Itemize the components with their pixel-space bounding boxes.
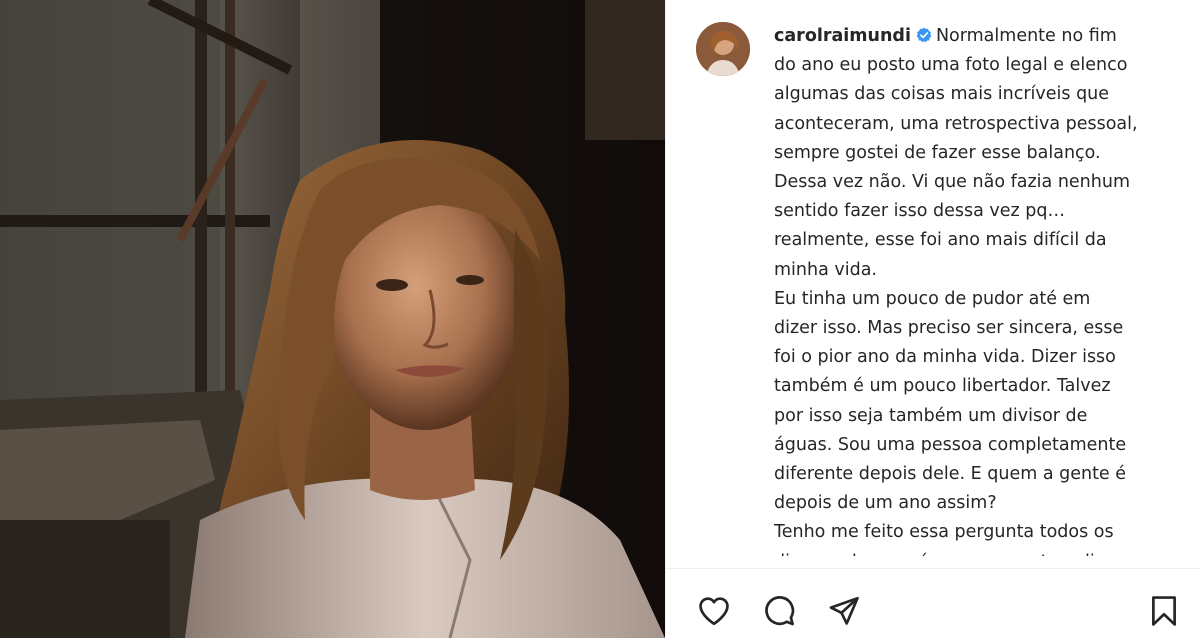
caption-line: aconteceram, uma retrospectiva pessoal,	[774, 113, 1138, 134]
caption-line: minha vida.	[774, 259, 877, 280]
instagram-post: carolraimundi Normalmente no fim do ano e…	[0, 0, 1200, 638]
portrait-image	[0, 0, 665, 638]
user-avatar[interactable]	[696, 22, 750, 76]
post-photo[interactable]	[0, 0, 665, 638]
save-button[interactable]	[1146, 593, 1182, 629]
caption-line: Normalmente no fim	[935, 26, 1117, 46]
paper-plane-icon	[829, 596, 859, 625]
caption-line: diferente depois dele. E quem a gente é	[774, 464, 1127, 485]
post-actions-bar	[666, 569, 1200, 638]
caption-line: do ano eu posto uma foto legal e elenco	[774, 55, 1128, 76]
bookmark-icon	[1152, 596, 1176, 626]
heart-icon	[699, 597, 729, 626]
caption-line: dizer isso. Mas preciso ser sincera, ess…	[774, 318, 1124, 339]
comment-button[interactable]	[761, 593, 797, 629]
caption-line: Eu tinha um pouco de pudor até em	[774, 288, 1091, 309]
caption-line: Dessa vez não. Vi que não fazia nenhum	[774, 172, 1130, 193]
caption-line: também é um pouco libertador. Talvez	[774, 376, 1111, 397]
caption-line: por isso seja também um divisor de	[774, 405, 1088, 426]
comment-icon	[765, 596, 795, 626]
caption-line: foi o pior ano da minha vida. Dizer isso	[774, 347, 1116, 368]
caption-line: algumas das coisas mais incríveis que	[774, 84, 1110, 105]
caption-line: sempre gostei de fazer esse balanço.	[774, 142, 1101, 163]
caption-line: Tenho me feito essa pergunta todos os	[774, 522, 1114, 543]
caption-panel: carolraimundi Normalmente no fim do ano e…	[665, 0, 1200, 638]
caption-line: águas. Sou uma pessoa completamente	[774, 434, 1127, 455]
verified-badge-icon	[916, 24, 932, 43]
post-caption: carolraimundi Normalmente no fim do ano e…	[774, 22, 1184, 556]
caption-area: carolraimundi Normalmente no fim do ano e…	[774, 22, 1184, 556]
username-link[interactable]: carolraimundi	[774, 26, 911, 46]
caption-line: sentido fazer isso dessa vez pq…	[774, 201, 1066, 222]
caption-line: dias e acho que é uma pergunta valiosa	[774, 548, 1184, 556]
like-button[interactable]	[696, 593, 732, 629]
share-button[interactable]	[826, 593, 862, 629]
caption-line: realmente, esse foi ano mais difícil da	[774, 230, 1107, 251]
caption-line: depois de um ano assim?	[774, 493, 997, 514]
